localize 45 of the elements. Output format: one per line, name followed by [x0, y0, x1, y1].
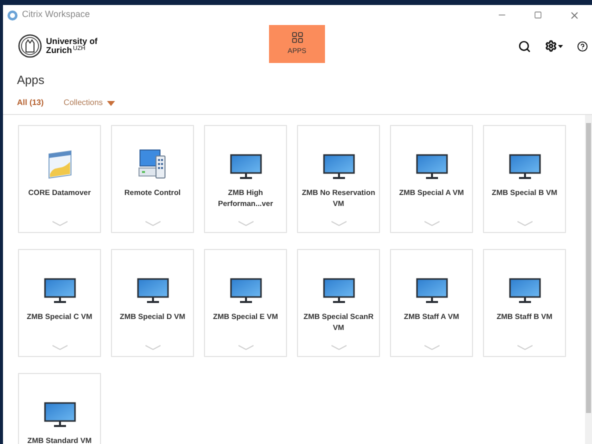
maximize-icon — [534, 11, 542, 19]
chevron-down-icon — [52, 221, 68, 226]
chevron-down-icon — [516, 221, 532, 226]
filter-tab[interactable]: All (13) — [17, 97, 44, 109]
monitor-icon — [230, 154, 262, 180]
window-title: Citrix Workspace — [22, 8, 90, 22]
logo-text: University of — [46, 37, 98, 46]
chevron-down-icon — [238, 221, 254, 226]
scrollbar-thumb[interactable] — [586, 123, 591, 413]
monitor-icon — [44, 278, 76, 304]
chevron-down-icon — [424, 221, 440, 226]
monitor-icon — [44, 402, 76, 428]
help-button[interactable] — [575, 38, 590, 54]
monitor-icon — [322, 154, 354, 180]
chart-window-icon — [46, 150, 74, 180]
scrollbar[interactable] — [585, 115, 592, 444]
close-icon — [568, 10, 580, 20]
settings-button[interactable] — [543, 38, 565, 54]
monitor-icon — [508, 278, 540, 304]
monitor-icon — [230, 278, 262, 304]
university-seal-icon — [18, 34, 42, 58]
monitor-icon — [416, 154, 448, 180]
monitor-icon — [416, 278, 448, 304]
monitor-icon — [136, 278, 168, 304]
monitor-icon — [322, 278, 354, 304]
chevron-down-icon — [424, 345, 440, 350]
chevron-down-icon — [330, 345, 346, 350]
grid-icon — [290, 30, 304, 44]
caret-icon — [106, 100, 115, 106]
search-icon — [518, 40, 531, 52]
settings-icon — [545, 40, 557, 52]
app-logo-icon — [7, 10, 18, 20]
filter-tab[interactable]: Collections — [64, 97, 115, 109]
chevron-down-icon — [516, 345, 532, 350]
page-title: Apps — [17, 72, 44, 89]
computer-remote-icon — [138, 148, 168, 180]
help-icon — [577, 40, 588, 52]
logo-text: Zurich — [46, 46, 72, 55]
caret-icon — [558, 44, 563, 48]
chevron-down-icon — [144, 221, 160, 226]
chevron-down-icon — [330, 221, 346, 226]
chevron-down-icon — [52, 345, 68, 350]
monitor-icon — [508, 154, 540, 180]
chevron-down-icon — [238, 345, 254, 350]
chevron-down-icon — [144, 345, 160, 350]
